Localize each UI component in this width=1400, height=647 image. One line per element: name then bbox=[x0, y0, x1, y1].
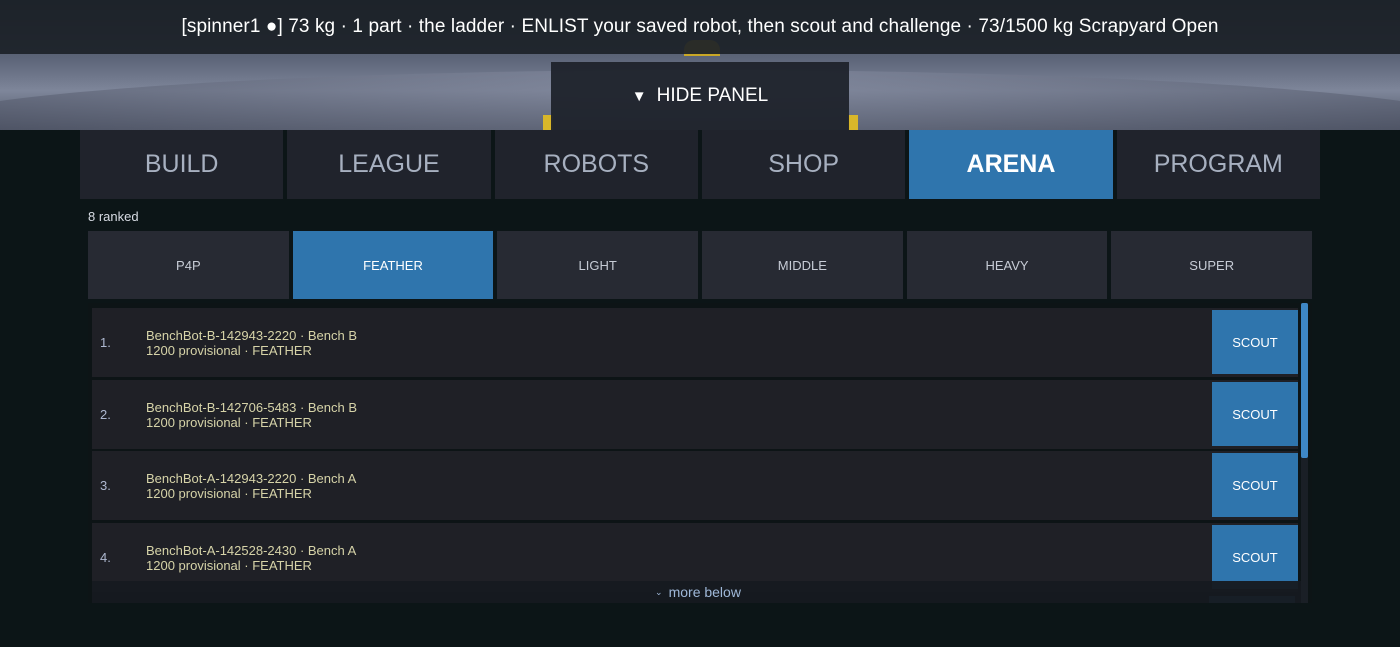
weight-tab-light[interactable]: LIGHT bbox=[497, 231, 699, 299]
scout-button[interactable]: SCOUT bbox=[1212, 310, 1298, 374]
tab-arena[interactable]: ARENA bbox=[909, 130, 1113, 199]
ladder-robot-rating: 1200 provisional · FEATHER bbox=[146, 485, 312, 501]
hide-panel-button[interactable]: ▼ HIDE PANEL bbox=[551, 62, 849, 130]
weight-tab-super[interactable]: SUPER bbox=[1111, 231, 1313, 299]
ladder-row: 3. BenchBot-A-142943-2220 · Bench A 1200… bbox=[92, 451, 1298, 520]
ladder-rank: 1. bbox=[100, 335, 111, 350]
more-below-indicator: ⌄ more below bbox=[92, 581, 1304, 603]
tab-shop[interactable]: SHOP bbox=[701, 130, 906, 199]
weight-tab-heavy[interactable]: HEAVY bbox=[906, 231, 1108, 299]
scout-button[interactable]: SCOUT bbox=[1212, 453, 1298, 517]
ladder-robot-rating: 1200 provisional · FEATHER bbox=[146, 557, 312, 573]
robot-model-leg-right bbox=[848, 115, 858, 130]
weight-tab-feather[interactable]: FEATHER bbox=[292, 231, 494, 299]
scout-button[interactable]: SCOUT bbox=[1212, 525, 1298, 589]
scout-button[interactable]: SCOUT bbox=[1212, 382, 1298, 446]
ladder-scrollbar-thumb[interactable] bbox=[1301, 303, 1308, 458]
weight-tab-p4p[interactable]: P4P bbox=[88, 231, 289, 299]
weight-class-tabs: P4P FEATHER LIGHT MIDDLE HEAVY SUPER bbox=[88, 231, 1313, 299]
ladder-info: BenchBot-B-142706-5483 · Bench B 1200 pr… bbox=[146, 400, 1298, 430]
ladder-robot-name: BenchBot-B-142706-5483 · Bench B bbox=[146, 399, 358, 415]
app-window: [spinner1 ●] 73 kg · 1 part · the ladder… bbox=[0, 0, 1400, 647]
ranked-count: 8 ranked bbox=[88, 209, 139, 224]
status-bar: [spinner1 ●] 73 kg · 1 part · the ladder… bbox=[0, 0, 1400, 54]
ladder-info: BenchBot-B-142943-2220 · Bench B 1200 pr… bbox=[146, 328, 1298, 358]
ladder-robot-name: BenchBot-A-142528-2430 · Bench A bbox=[146, 542, 357, 558]
tab-program[interactable]: PROGRAM bbox=[1116, 130, 1320, 199]
ladder-list[interactable]: 1. BenchBot-B-142943-2220 · Bench B 1200… bbox=[88, 303, 1312, 603]
tab-robots[interactable]: ROBOTS bbox=[494, 130, 698, 199]
main-tabs: BUILD LEAGUE ROBOTS SHOP ARENA PROGRAM bbox=[80, 130, 1320, 199]
ladder-robot-rating: 1200 provisional · FEATHER bbox=[146, 342, 312, 358]
tab-league[interactable]: LEAGUE bbox=[287, 130, 491, 199]
ladder-robot-name: BenchBot-A-142943-2220 · Bench A bbox=[146, 470, 357, 486]
ladder-rank: 2. bbox=[100, 407, 111, 422]
chevron-down-icon: ⌄ bbox=[655, 586, 663, 597]
triangle-down-icon: ▼ bbox=[631, 87, 647, 105]
ladder-info: BenchBot-A-142943-2220 · Bench A 1200 pr… bbox=[146, 471, 1298, 501]
hide-panel-label: HIDE PANEL bbox=[656, 85, 769, 106]
ladder-info: BenchBot-A-142528-2430 · Bench A 1200 pr… bbox=[146, 543, 1298, 573]
ladder-robot-rating: 1200 provisional · FEATHER bbox=[146, 414, 312, 430]
more-below-label: more below bbox=[668, 584, 741, 600]
ladder-scrollbar[interactable] bbox=[1301, 303, 1308, 603]
ladder-rank: 4. bbox=[100, 550, 111, 565]
ladder-rank: 3. bbox=[100, 478, 111, 493]
weight-tab-middle[interactable]: MIDDLE bbox=[702, 231, 903, 299]
ladder-row: 2. BenchBot-B-142706-5483 · Bench B 1200… bbox=[92, 380, 1298, 449]
ladder-robot-name: BenchBot-B-142943-2220 · Bench B bbox=[146, 327, 358, 343]
ladder-row: 1. BenchBot-B-142943-2220 · Bench B 1200… bbox=[92, 308, 1298, 377]
status-text: [spinner1 ●] 73 kg · 1 part · the ladder… bbox=[181, 16, 1219, 37]
tab-build[interactable]: BUILD bbox=[80, 130, 284, 199]
